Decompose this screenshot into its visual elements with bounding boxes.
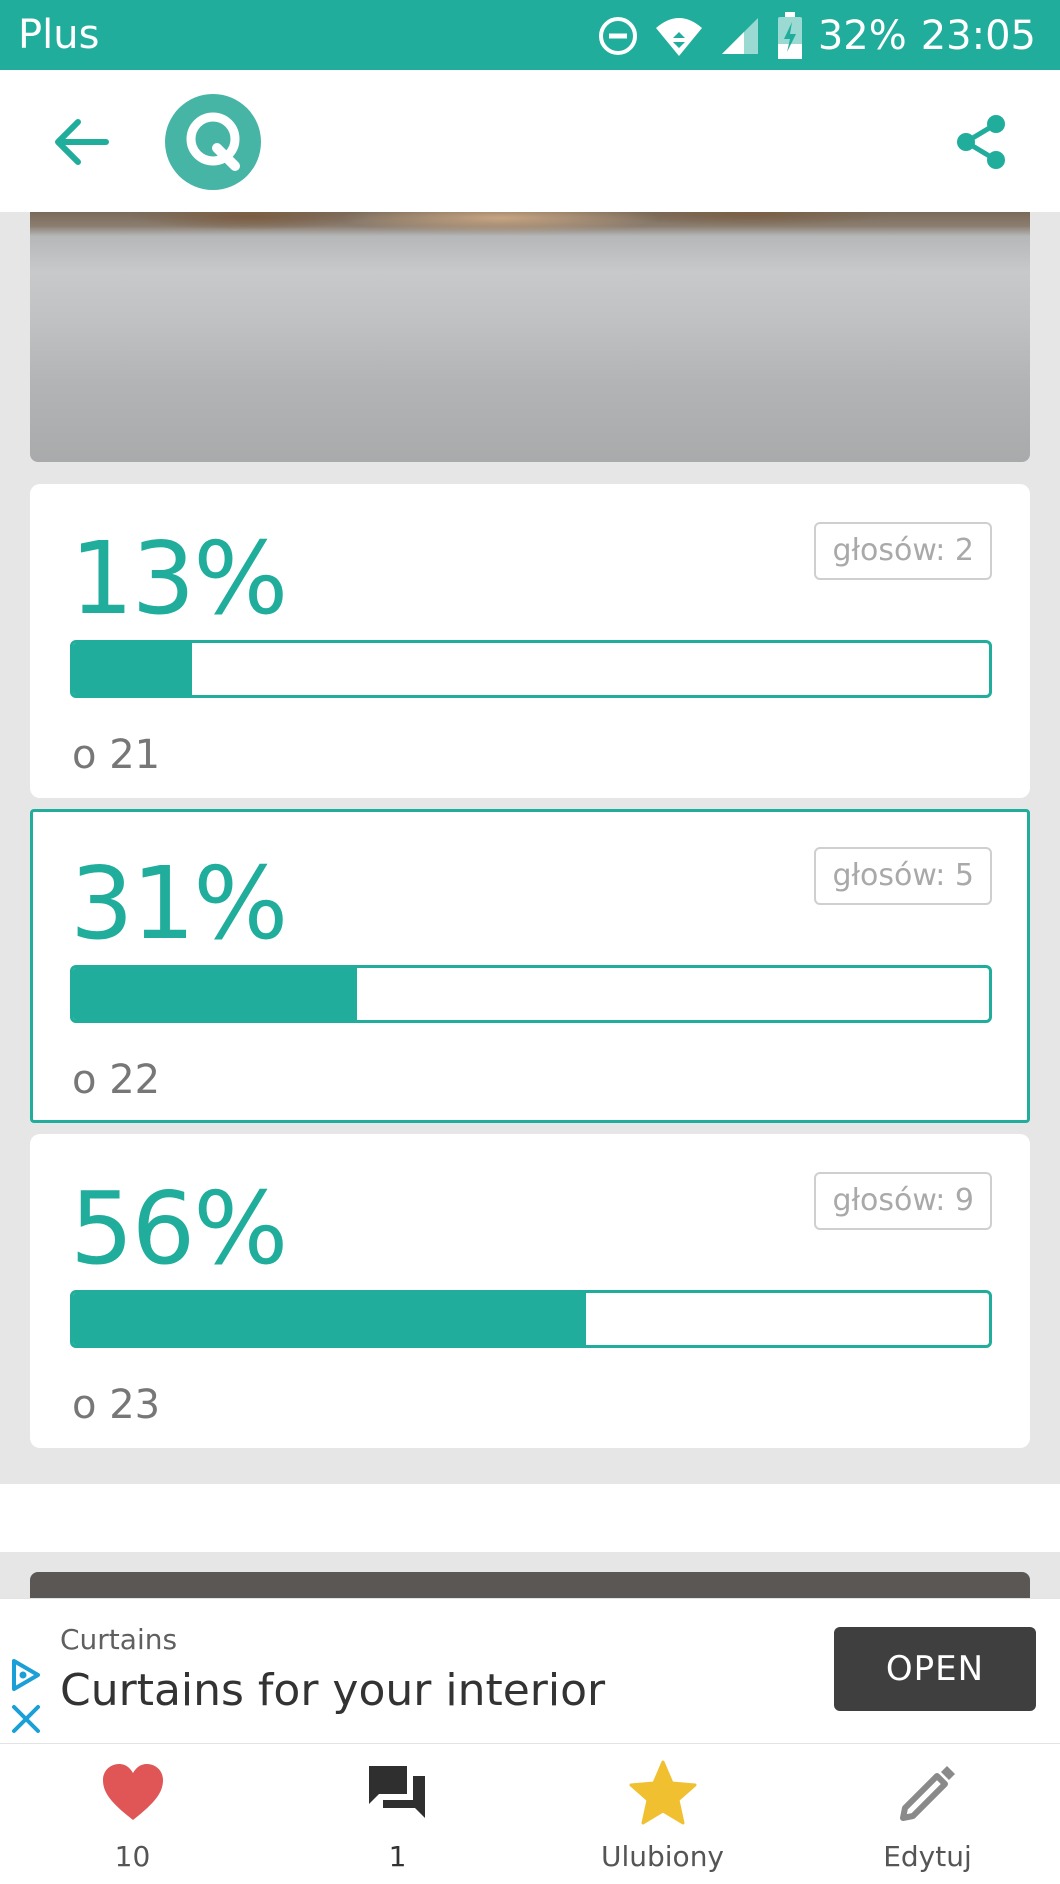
back-button[interactable] xyxy=(50,112,114,172)
carrier-name: Plus xyxy=(18,12,100,58)
question-image xyxy=(30,212,1030,462)
app-screen: Plus 32% 23:05 13% głosów: 2 o 21 31% gł… xyxy=(0,0,1060,1884)
progress-bar xyxy=(70,1290,992,1348)
share-button[interactable] xyxy=(952,112,1012,172)
ad-open-button[interactable]: OPEN xyxy=(834,1627,1036,1711)
option-percent: 13% xyxy=(70,520,288,637)
wifi-icon xyxy=(655,18,702,56)
progress-fill xyxy=(73,968,357,1020)
poll-option-card-selected[interactable]: 31% głosów: 5 o 22 xyxy=(30,809,1030,1123)
progress-bar xyxy=(70,965,992,1023)
votes-badge: głosów: 2 xyxy=(814,522,992,580)
adchoices-icon[interactable] xyxy=(8,1657,44,1693)
clock: 23:05 xyxy=(920,13,1036,59)
star-icon xyxy=(629,1760,696,1825)
option-label: o 21 xyxy=(72,732,161,778)
pencil-icon xyxy=(899,1766,955,1821)
favorite-label: Ulubiony xyxy=(600,1840,725,1873)
section-divider xyxy=(0,1484,1060,1552)
like-button[interactable]: 10 xyxy=(0,1744,265,1884)
edit-button[interactable]: Edytuj xyxy=(795,1744,1060,1884)
option-percent: 31% xyxy=(70,845,288,962)
heart-icon xyxy=(102,1764,163,1820)
poll-option-card[interactable]: 56% głosów: 9 o 23 xyxy=(30,1134,1030,1448)
share-icon xyxy=(957,115,1005,169)
bottom-nav: 10 1 Ulubiony Edytuj xyxy=(0,1744,1060,1884)
battery-charging-icon xyxy=(777,12,802,59)
close-ad-icon[interactable] xyxy=(10,1703,42,1735)
votes-badge: głosów: 9 xyxy=(814,1172,992,1230)
app-logo xyxy=(165,94,261,190)
option-label: o 23 xyxy=(72,1382,161,1428)
status-bar: Plus 32% 23:05 xyxy=(0,0,1060,70)
likes-count: 10 xyxy=(114,1840,151,1873)
ad-banner[interactable]: Curtains Curtains for your interior OPEN xyxy=(0,1598,1060,1744)
progress-bar xyxy=(70,640,992,698)
ad-advertiser: Curtains xyxy=(60,1623,178,1656)
do-not-disturb-icon xyxy=(598,17,637,55)
option-percent: 56% xyxy=(70,1170,288,1287)
comments-count: 1 xyxy=(388,1840,407,1873)
edit-label: Edytuj xyxy=(883,1840,972,1873)
comments-icon xyxy=(368,1766,425,1818)
comments-button[interactable]: 1 xyxy=(265,1744,530,1884)
signal-icon xyxy=(721,18,758,54)
progress-fill xyxy=(73,1293,586,1345)
poll-option-card[interactable]: 13% głosów: 2 o 21 xyxy=(30,484,1030,798)
arrow-back-icon xyxy=(55,119,109,165)
app-bar xyxy=(0,70,1060,212)
progress-fill xyxy=(73,643,193,695)
poll-content: 13% głosów: 2 o 21 31% głosów: 5 o 22 56… xyxy=(0,212,1060,1482)
status-icons: 32% 23:05 xyxy=(596,8,1036,64)
ad-headline[interactable]: Curtains for your interior xyxy=(60,1665,605,1716)
battery-percent: 32% xyxy=(817,13,907,59)
option-label: o 22 xyxy=(72,1057,161,1103)
votes-badge: głosów: 5 xyxy=(814,847,992,905)
favorite-button[interactable]: Ulubiony xyxy=(530,1744,795,1884)
